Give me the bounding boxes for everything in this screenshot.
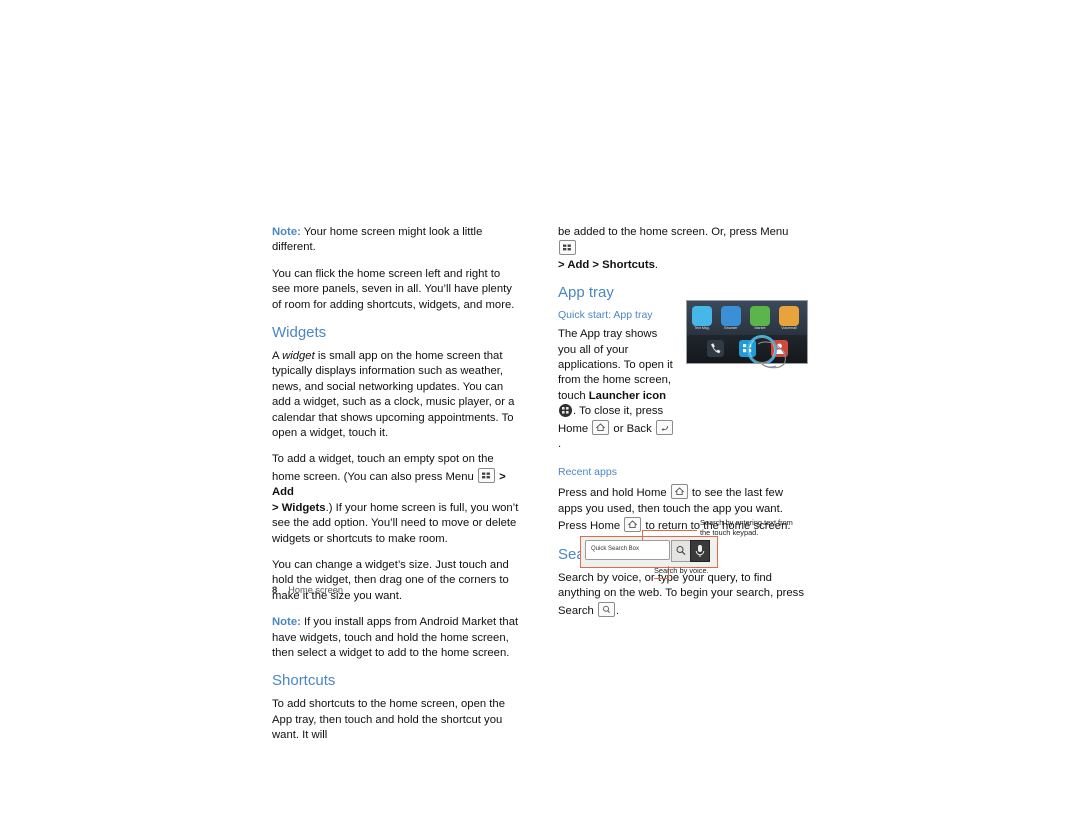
widgets-bold: > Widgets bbox=[272, 501, 326, 514]
callout-text-typing: Search by entering text from the touch k… bbox=[700, 518, 793, 537]
note-text: Your home screen might look a little dif… bbox=[272, 226, 483, 254]
hand-gesture-icon bbox=[757, 341, 786, 369]
apptray-d: or Back bbox=[610, 422, 655, 435]
cont-a: be added to the home screen. Or, press M… bbox=[558, 226, 789, 238]
shortcuts-continued-paragraph: be added to the home screen. Or, press M… bbox=[558, 225, 806, 273]
app-icon-text-msg bbox=[692, 306, 712, 326]
note-paragraph-1: Note: Your home screen might look a litt… bbox=[272, 225, 520, 256]
add-widget-paragraph: To add a widget, touch an empty spot on … bbox=[272, 452, 520, 546]
app-icon-market bbox=[750, 306, 770, 326]
app-label-market: Market bbox=[754, 326, 766, 330]
app-tray-figure: Text Msg. Browser Market Voicemail bbox=[686, 300, 808, 370]
page-footer: 8 Home screen bbox=[272, 585, 343, 596]
callout-line-voice-horz bbox=[654, 578, 669, 579]
home-panels-paragraph: You can flick the home screen left and r… bbox=[272, 267, 515, 311]
dock-icon-phone bbox=[707, 340, 724, 357]
callout-line-typing-horz bbox=[642, 530, 697, 531]
recent-apps-label: Recent apps bbox=[558, 466, 617, 479]
launcher-icon bbox=[559, 404, 572, 418]
search-key-icon bbox=[597, 601, 615, 617]
app-icon-voicemail bbox=[779, 306, 799, 326]
app-label-voicemail: Voicemail bbox=[781, 326, 797, 330]
add-widget-a: To add a widget, touch an empty spot on … bbox=[272, 453, 494, 483]
apptray-e: . bbox=[558, 438, 562, 451]
recent-a: Press and hold Home bbox=[558, 487, 670, 500]
launcher-icon-bold: Launcher icon bbox=[588, 389, 666, 402]
add-shortcuts-bold: > Add > Shortcuts bbox=[558, 258, 655, 271]
callout-text-voice: Search by voice. bbox=[654, 566, 709, 575]
left-column: Note: Your home screen might look a litt… bbox=[272, 225, 520, 755]
home-key-icon bbox=[670, 484, 688, 500]
home-key-icon bbox=[592, 419, 610, 435]
manual-page: Note: Your home screen might look a litt… bbox=[0, 0, 1080, 834]
widget-def-a: A bbox=[272, 350, 283, 363]
back-key-icon bbox=[655, 419, 673, 435]
resize-widget-paragraph: You can change a widget’s size. Just tou… bbox=[272, 558, 509, 602]
widgets-heading: Widgets bbox=[272, 324, 327, 342]
callout-line-typing-vert bbox=[642, 530, 643, 540]
search-b: . bbox=[615, 604, 620, 617]
note-label-2: Note: bbox=[272, 616, 301, 629]
shortcuts-heading: Shortcuts bbox=[272, 672, 336, 690]
app-label-browser: Browser bbox=[724, 326, 738, 330]
widget-word-italic: widget bbox=[282, 350, 315, 363]
shortcuts-paragraph: To add shortcuts to the home screen, ope… bbox=[272, 698, 505, 742]
widget-definition-paragraph: A widget is small app on the home screen… bbox=[272, 349, 520, 441]
menu-key-icon bbox=[559, 240, 576, 256]
note-paragraph-2: Note: If you install apps from Android M… bbox=[272, 615, 520, 661]
note-text-2: If you install apps from Android Market … bbox=[272, 616, 519, 659]
search-figure: Quick Search Box Search by entering text… bbox=[558, 518, 806, 590]
widget-def-b: is small app on the home screen that typ… bbox=[272, 350, 515, 440]
cont-c: . bbox=[654, 258, 659, 271]
callout-outline-panel bbox=[580, 536, 718, 568]
app-label-text-msg: Text Msg. bbox=[694, 326, 710, 330]
note-label: Note: bbox=[272, 226, 301, 238]
page-number: 8 bbox=[272, 585, 278, 596]
chapter-name: Home screen bbox=[288, 585, 343, 595]
app-icon-browser bbox=[721, 306, 741, 326]
app-tray-paragraph: The App tray shows you all of your appli… bbox=[558, 327, 676, 452]
menu-key-icon bbox=[477, 467, 495, 483]
